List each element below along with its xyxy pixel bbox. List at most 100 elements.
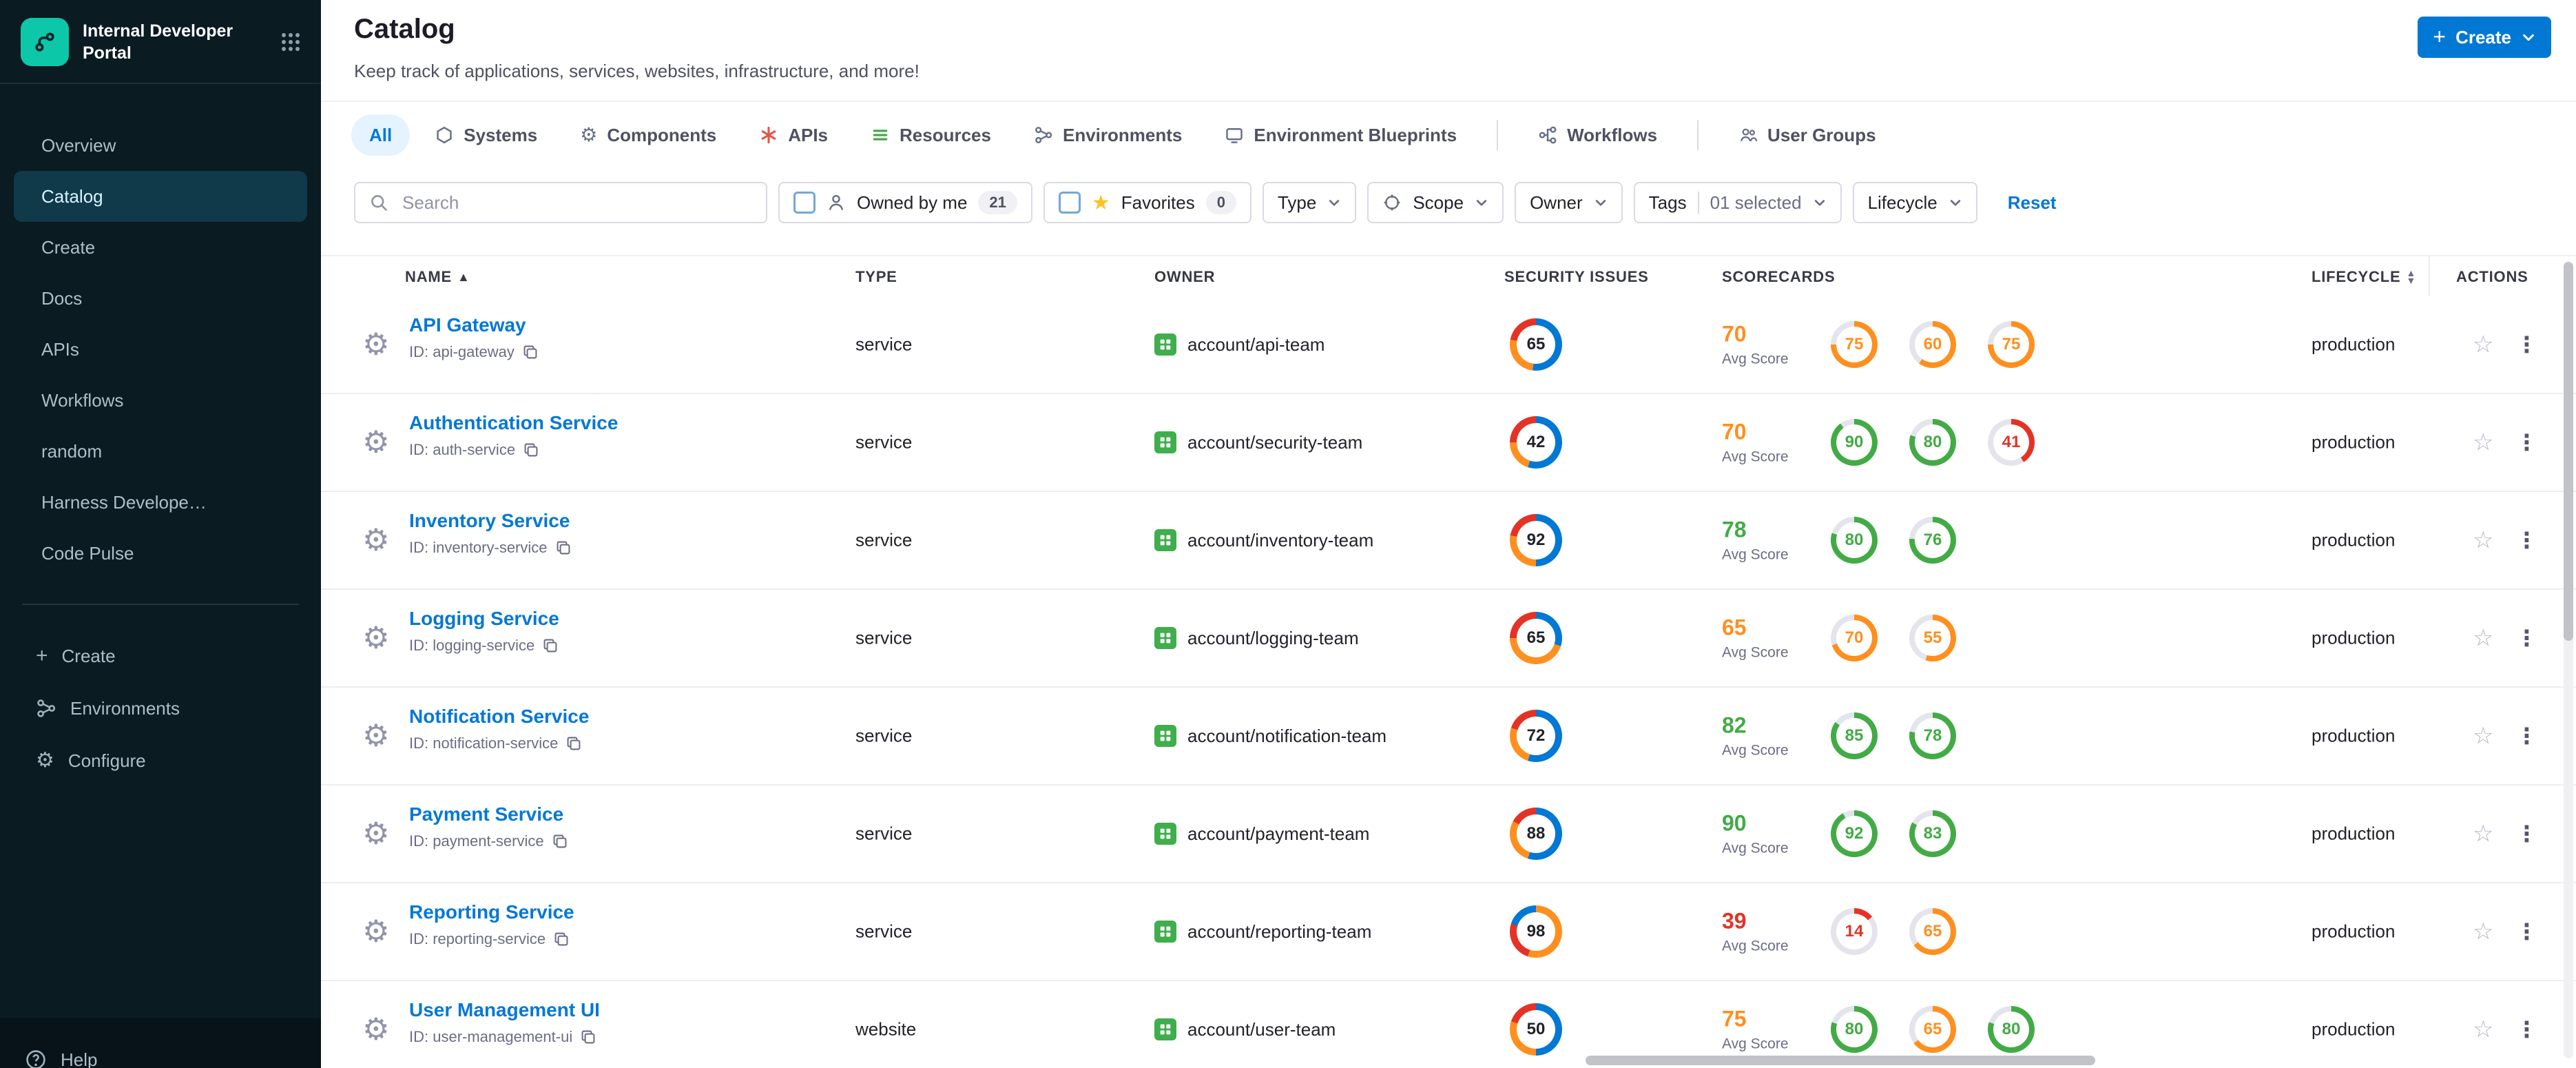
favorites-filter[interactable]: ★ Favorites 0 — [1043, 182, 1251, 223]
tab-user-groups[interactable]: User Groups — [1721, 114, 1894, 156]
row-menu-icon[interactable]: ⋮ — [2515, 723, 2537, 749]
tab-workflows[interactable]: Workflows — [1520, 114, 1675, 156]
scorecard-ring[interactable]: 80 — [1909, 419, 1956, 466]
sidebar-item-environments[interactable]: Environments — [0, 682, 321, 735]
owned-by-me-filter[interactable]: Owned by me 21 — [778, 182, 1032, 223]
filter-dropdown-owner[interactable]: Owner — [1515, 182, 1623, 223]
security-issues-donut[interactable]: 50 — [1510, 1003, 1562, 1056]
scorecard-ring[interactable]: 80 — [1831, 1006, 1878, 1053]
vertical-scrollbar-thumb[interactable] — [2564, 262, 2573, 641]
column-header-name[interactable]: NAME ▲ — [405, 256, 470, 298]
scorecard-ring[interactable]: 75 — [1988, 321, 2035, 368]
vertical-scrollbar[interactable] — [2564, 262, 2573, 1058]
copy-icon[interactable] — [556, 540, 571, 555]
entity-name-link[interactable]: Authentication Service — [409, 412, 618, 434]
entity-name-link[interactable]: User Management UI — [409, 999, 600, 1021]
favorite-star-icon[interactable]: ☆ — [2473, 820, 2493, 848]
owned-by-me-checkbox[interactable] — [793, 192, 816, 214]
filter-dropdown-type[interactable]: Type — [1262, 182, 1357, 223]
filter-dropdown-lifecycle[interactable]: Lifecycle — [1852, 182, 1977, 223]
sidebar-item-harness-develope[interactable]: Harness Develope… — [0, 477, 321, 528]
scorecard-ring[interactable]: 80 — [1831, 517, 1878, 564]
row-menu-icon[interactable]: ⋮ — [2515, 1016, 2537, 1043]
scorecard-ring[interactable]: 92 — [1831, 810, 1878, 857]
row-menu-icon[interactable]: ⋮ — [2515, 625, 2537, 651]
row-menu-icon[interactable]: ⋮ — [2515, 821, 2537, 847]
tab-all[interactable]: All — [351, 114, 411, 156]
scorecard-ring[interactable]: 78 — [1909, 712, 1956, 759]
scorecard-ring[interactable]: 55 — [1909, 615, 1956, 661]
copy-icon[interactable] — [523, 442, 539, 458]
create-button[interactable]: + Create — [2418, 17, 2551, 58]
security-issues-donut[interactable]: 72 — [1510, 710, 1562, 762]
search-box[interactable] — [354, 182, 767, 223]
scorecard-ring[interactable]: 83 — [1909, 810, 1956, 857]
entity-name-link[interactable]: Notification Service — [409, 706, 589, 728]
row-menu-icon[interactable]: ⋮ — [2515, 918, 2537, 945]
copy-icon[interactable] — [543, 638, 558, 653]
scorecard-ring[interactable]: 85 — [1831, 712, 1878, 759]
scorecard-ring[interactable]: 75 — [1831, 321, 1878, 368]
favorite-star-icon[interactable]: ☆ — [2473, 722, 2493, 750]
security-issues-donut[interactable]: 65 — [1510, 612, 1562, 664]
security-issues-donut[interactable]: 88 — [1510, 808, 1562, 860]
favorite-star-icon[interactable]: ☆ — [2473, 918, 2493, 945]
sidebar-item-create[interactable]: Create — [0, 222, 321, 273]
filter-dropdown-tags[interactable]: Tags 01 selected — [1633, 182, 1842, 223]
sidebar-item-apis[interactable]: APIs — [0, 324, 321, 375]
scorecard-ring[interactable]: 14 — [1831, 908, 1878, 955]
sidebar-item-random[interactable]: random — [0, 426, 321, 477]
scorecard-ring[interactable]: 65 — [1909, 908, 1956, 955]
sidebar-item-workflows[interactable]: Workflows — [0, 375, 321, 426]
copy-icon[interactable] — [566, 736, 581, 751]
row-menu-icon[interactable]: ⋮ — [2515, 331, 2537, 358]
sidebar-item-code-pulse[interactable]: Code Pulse — [0, 528, 321, 579]
entity-name-link[interactable]: Payment Service — [409, 803, 568, 825]
favorite-star-icon[interactable]: ☆ — [2473, 331, 2493, 358]
security-issues-donut[interactable]: 42 — [1510, 416, 1562, 469]
scorecard-ring[interactable]: 76 — [1909, 517, 1956, 564]
search-input[interactable] — [399, 190, 752, 215]
tab-environments[interactable]: Environments — [1016, 114, 1200, 156]
tab-systems[interactable]: Systems — [417, 114, 555, 156]
scorecard-ring[interactable]: 70 — [1831, 615, 1878, 661]
tab-apis[interactable]: APIs — [741, 114, 846, 156]
entity-name-link[interactable]: API Gateway — [409, 314, 538, 336]
copy-icon[interactable] — [581, 1029, 596, 1045]
sidebar-item-catalog[interactable]: Catalog — [14, 171, 307, 222]
tab-resources[interactable]: Resources — [853, 114, 1009, 156]
app-logo-icon[interactable] — [21, 18, 69, 66]
favorite-star-icon[interactable]: ☆ — [2473, 1016, 2493, 1043]
tab-components[interactable]: ⚙ Components — [562, 114, 734, 156]
scorecard-ring[interactable]: 80 — [1988, 1006, 2035, 1053]
apps-grid-icon[interactable] — [280, 31, 302, 53]
copy-icon[interactable] — [552, 834, 568, 849]
copy-icon[interactable] — [523, 345, 538, 360]
scorecard-ring[interactable]: 65 — [1909, 1006, 1956, 1053]
reset-filters-link[interactable]: Reset — [2008, 192, 2057, 214]
security-issues-donut[interactable]: 92 — [1510, 514, 1562, 566]
scorecard-ring[interactable]: 41 — [1988, 419, 2035, 466]
filter-dropdown-scope[interactable]: Scope — [1367, 182, 1504, 223]
sidebar-item-overview[interactable]: Overview — [0, 120, 321, 171]
tab-environment-blueprints[interactable]: Environment Blueprints — [1207, 114, 1475, 156]
horizontal-scrollbar-thumb[interactable] — [1586, 1056, 2095, 1065]
favorites-checkbox[interactable] — [1058, 192, 1081, 214]
entity-name-link[interactable]: Logging Service — [409, 608, 559, 630]
copy-icon[interactable] — [554, 932, 569, 947]
sidebar-item-configure[interactable]: ⚙ Configure — [0, 735, 321, 787]
scorecard-ring[interactable]: 90 — [1831, 419, 1878, 466]
entity-name-link[interactable]: Inventory Service — [409, 510, 571, 532]
sidebar-item-create[interactable]: + Create — [0, 630, 321, 682]
row-menu-icon[interactable]: ⋮ — [2515, 527, 2537, 553]
entity-name-link[interactable]: Reporting Service — [409, 901, 574, 923]
sidebar-item-docs[interactable]: Docs — [0, 273, 321, 324]
favorite-star-icon[interactable]: ☆ — [2473, 429, 2493, 456]
security-issues-donut[interactable]: 65 — [1510, 318, 1562, 371]
column-header-lifecycle[interactable]: LIFECYCLE ▲ ▼ — [2312, 256, 2416, 298]
favorite-star-icon[interactable]: ☆ — [2473, 526, 2493, 554]
scorecard-ring[interactable]: 60 — [1909, 321, 1956, 368]
security-issues-donut[interactable]: 98 — [1510, 905, 1562, 958]
row-menu-icon[interactable]: ⋮ — [2515, 429, 2537, 455]
favorite-star-icon[interactable]: ☆ — [2473, 624, 2493, 652]
